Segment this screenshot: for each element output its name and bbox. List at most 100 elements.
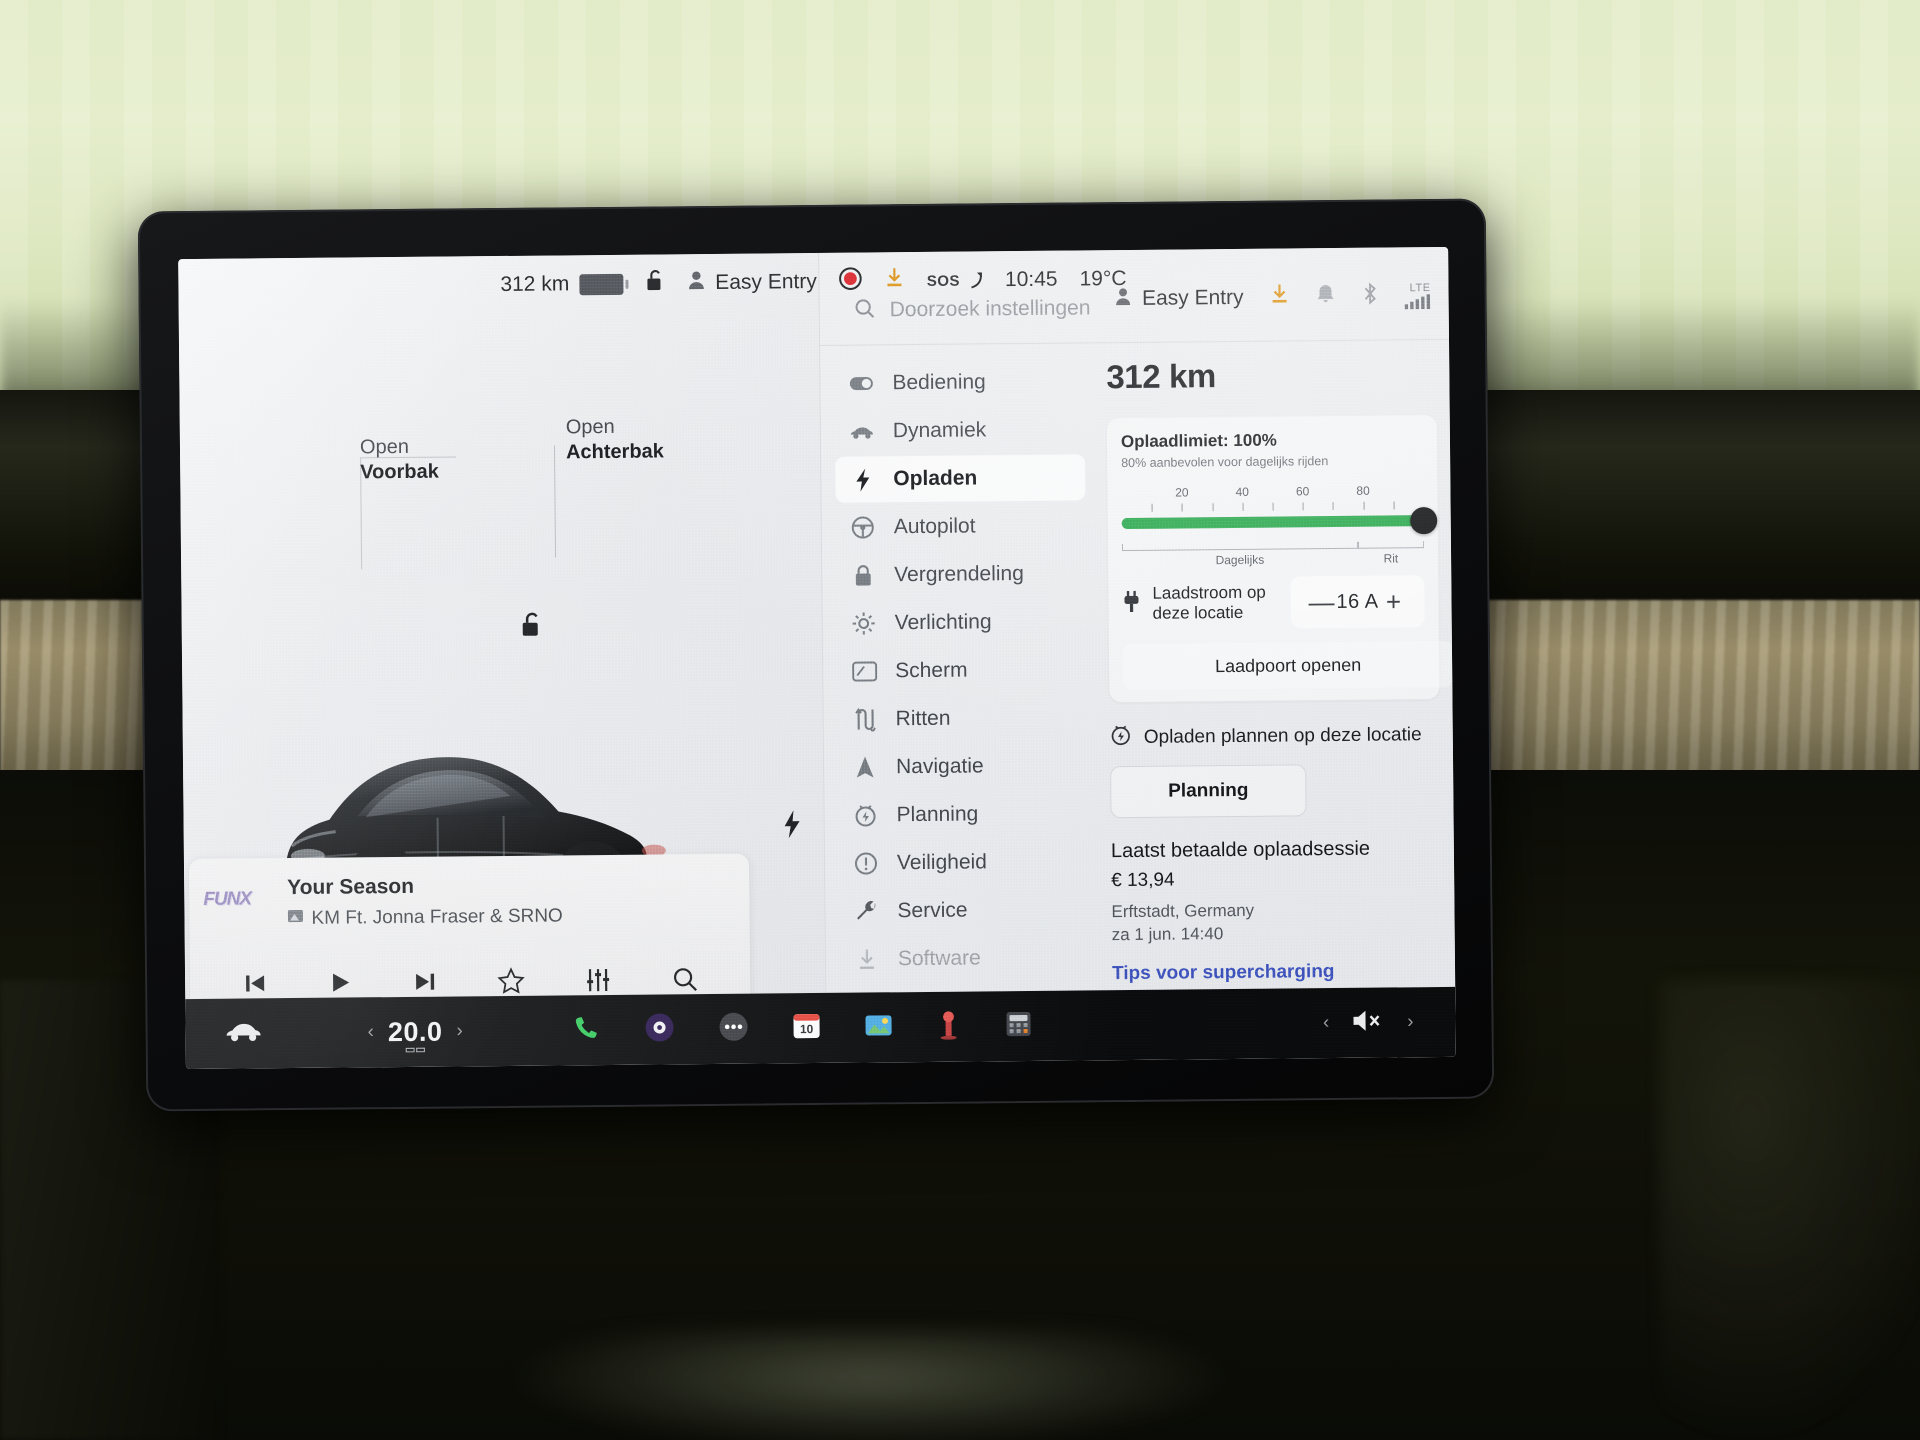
range-value: 312 km bbox=[500, 272, 570, 297]
download-icon bbox=[854, 948, 880, 970]
slider-minor-tick bbox=[1393, 501, 1395, 510]
charging-detail: 312 km Oplaadlimiet: 100% 80% aanbevolen… bbox=[1106, 355, 1454, 985]
frunk-name: Voorbak bbox=[360, 460, 439, 484]
media-artist-row: KM Ft. Jonna Fraser & SRNO bbox=[287, 905, 563, 930]
driver-profile-name: Easy Entry bbox=[715, 269, 817, 294]
calculator-app-icon[interactable] bbox=[1005, 1009, 1033, 1042]
charge-limit-slider[interactable]: 20 40 60 80 Dagelijks Rit bbox=[1121, 475, 1438, 574]
charge-current-stepper: — 16 A + bbox=[1290, 575, 1425, 629]
sidebar-item-autopilot[interactable]: Autopilot bbox=[836, 502, 1086, 550]
charge-limit-subtitle: 80% aanbevolen voor dagelijks rijden bbox=[1121, 454, 1329, 471]
more-apps-icon[interactable] bbox=[719, 1011, 749, 1046]
supercharging-tips-link[interactable]: Tips voor supercharging bbox=[1112, 960, 1442, 985]
slider-tick-label: 40 bbox=[1235, 484, 1249, 499]
volume-down-button[interactable]: ‹ bbox=[1323, 1012, 1330, 1034]
sidebar-item-ritten[interactable]: Ritten bbox=[837, 694, 1087, 742]
tesla-center-touchscreen: 312 km Easy Entry SOS 10:45 19°C Open Vo… bbox=[137, 198, 1495, 1112]
last-session-title: Laatst betaalde oplaadsessie bbox=[1110, 837, 1371, 863]
temperature-display[interactable]: 20.0 ▭▭ bbox=[388, 1016, 443, 1055]
charge-current-label-line2: deze locatie bbox=[1152, 602, 1244, 623]
decrease-amperage-button[interactable]: — bbox=[1306, 587, 1336, 618]
sidebar-item-label: Ritten bbox=[895, 706, 951, 731]
trunk-guide-line bbox=[553, 445, 557, 558]
sidebar-item-label: Vergrendeling bbox=[894, 562, 1024, 587]
sidebar-item-scherm[interactable]: Scherm bbox=[837, 646, 1087, 694]
charge-bolt-icon[interactable] bbox=[781, 809, 801, 844]
planning-button[interactable]: Planning bbox=[1110, 764, 1307, 819]
photos-app-icon[interactable] bbox=[865, 1011, 893, 1044]
media-search-button[interactable] bbox=[670, 965, 698, 998]
charge-limit-card: Oplaadlimiet: 100% 80% aanbevolen voor d… bbox=[1106, 415, 1454, 703]
sidebar-item-label: Autopilot bbox=[893, 514, 976, 539]
sidebar-item-dynamiek[interactable]: Dynamiek bbox=[835, 406, 1085, 454]
slider-minor-tick bbox=[1363, 501, 1365, 510]
slider-zone-bracket bbox=[1357, 541, 1424, 549]
sidebar-item-vergrendeling[interactable]: Vergrendeling bbox=[836, 550, 1086, 598]
slider-handle[interactable] bbox=[1410, 507, 1438, 535]
padlock-icon bbox=[850, 563, 876, 587]
frunk-open-word: Open bbox=[359, 435, 410, 459]
sidebar-item-label: Bediening bbox=[892, 370, 986, 395]
sidebar-item-navigatie[interactable]: Navigatie bbox=[838, 742, 1088, 790]
calendar-app-icon[interactable]: 10 bbox=[793, 1011, 821, 1044]
media-artist-name: KM Ft. Jonna Fraser & SRNO bbox=[311, 905, 563, 929]
sos-indicator[interactable]: SOS bbox=[927, 271, 983, 290]
charge-bolt-icon bbox=[849, 467, 875, 492]
scheduled-charge-icon bbox=[1110, 724, 1132, 752]
charge-limit-title: Oplaadlimiet: 100% bbox=[1120, 430, 1277, 452]
last-session-location: Erftstadt, Germany za 1 jun. 14:40 bbox=[1111, 898, 1441, 947]
settings-menu: Bediening Dynamiek Opladen Autopilot Ver… bbox=[834, 358, 1091, 1060]
slider-minor-tick bbox=[1272, 502, 1274, 511]
status-bar: 312 km Easy Entry SOS 10:45 19°C bbox=[178, 247, 1448, 317]
sidebar-item-label: Veiligheid bbox=[896, 850, 988, 875]
slider-minor-tick bbox=[1151, 503, 1153, 512]
dashcam-record-icon[interactable] bbox=[839, 267, 863, 297]
passenger-area bbox=[1660, 980, 1920, 1440]
favorite-button[interactable] bbox=[496, 966, 525, 999]
previous-track-button[interactable] bbox=[241, 970, 267, 1001]
slider-track[interactable] bbox=[1121, 515, 1424, 530]
slider-minor-tick bbox=[1181, 503, 1184, 512]
next-track-button[interactable] bbox=[411, 968, 437, 999]
sidebar-item-planning[interactable]: Planning bbox=[838, 790, 1088, 838]
car-controls-icon[interactable] bbox=[223, 1020, 263, 1047]
increase-amperage-button[interactable]: + bbox=[1378, 586, 1408, 617]
play-button[interactable] bbox=[326, 969, 352, 1000]
equalizer-button[interactable] bbox=[583, 965, 611, 998]
driver-profile-status[interactable]: Easy Entry bbox=[687, 269, 817, 296]
sidebar-item-bediening[interactable]: Bediening bbox=[834, 358, 1084, 406]
station-logo: FUNX bbox=[203, 888, 252, 910]
charging-range-value: 312 km bbox=[1106, 357, 1217, 396]
sos-arrow-icon bbox=[970, 272, 982, 289]
sidebar-item-software[interactable]: Software bbox=[840, 934, 1090, 982]
unlocked-padlock-icon[interactable] bbox=[520, 611, 546, 644]
phone-app-icon[interactable] bbox=[573, 1014, 601, 1047]
steering-wheel-icon bbox=[850, 515, 876, 539]
sidebar-item-service[interactable]: Service bbox=[839, 886, 1089, 934]
sidebar-item-label: Verlichting bbox=[894, 610, 992, 635]
slider-ticks: 20 40 60 80 bbox=[1121, 483, 1423, 516]
open-trunk-label[interactable]: Open Achterbak bbox=[566, 414, 664, 465]
open-charge-port-button[interactable]: Laadpoort openen bbox=[1122, 640, 1454, 691]
toybox-app-icon[interactable] bbox=[937, 1009, 961, 1044]
media-app-icon[interactable] bbox=[645, 1012, 675, 1047]
volume-up-button[interactable]: › bbox=[1407, 1011, 1414, 1033]
sidebar-item-opladen[interactable]: Opladen bbox=[835, 454, 1086, 503]
svg-text:10: 10 bbox=[800, 1022, 814, 1036]
schedule-charging-row[interactable]: Opladen plannen op deze locatie bbox=[1110, 721, 1440, 752]
slider-minor-tick bbox=[1242, 502, 1244, 511]
trunk-open-word: Open bbox=[565, 415, 615, 439]
sidebar-item-veiligheid[interactable]: Veiligheid bbox=[839, 838, 1089, 886]
temp-decrease-button[interactable]: ‹ bbox=[367, 1021, 374, 1043]
software-download-icon[interactable] bbox=[885, 267, 905, 295]
open-frunk-label[interactable]: Open Voorbak bbox=[360, 435, 439, 486]
charge-plug-icon bbox=[1122, 589, 1140, 618]
temp-increase-button[interactable]: › bbox=[456, 1020, 463, 1042]
range-indicator[interactable]: 312 km bbox=[500, 272, 624, 297]
sidebar-item-verlichting[interactable]: Verlichting bbox=[836, 598, 1086, 646]
unlocked-padlock-icon[interactable] bbox=[645, 268, 665, 298]
scheduled-charge-icon bbox=[852, 803, 878, 827]
slider-tick-label: 60 bbox=[1295, 484, 1310, 499]
volume-mute-icon[interactable] bbox=[1351, 1007, 1385, 1038]
charge-current-label: Laadstroom op deze locatie bbox=[1152, 582, 1266, 624]
